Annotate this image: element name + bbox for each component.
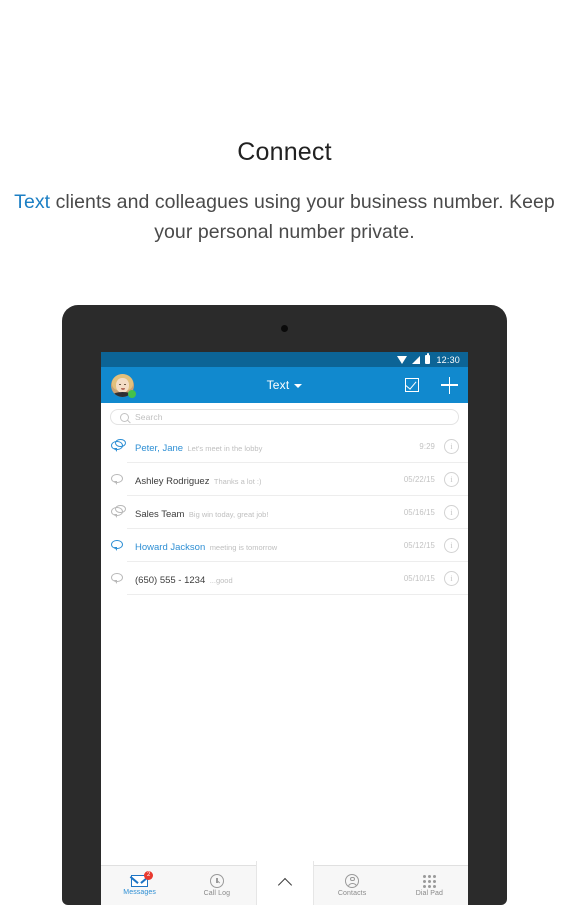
conversation-snippet: Thanks a lot :)	[213, 476, 262, 486]
search-bar-container: Search	[101, 403, 468, 430]
dialpad-grid-icon	[422, 874, 436, 888]
conversation-timestamp: 9:29	[419, 442, 435, 451]
conversation-text: Ashley Rodriguez Thanks a lot :)	[135, 471, 404, 489]
front-camera-icon	[281, 325, 288, 332]
person-icon	[345, 874, 360, 888]
info-icon-label: i	[450, 441, 453, 451]
conversation-name: Peter, Jane	[135, 442, 184, 454]
device-screen: 12:30 Text Search Peter, Jane Let's meet…	[101, 352, 468, 905]
conversation-name: Ashley Rodriguez	[135, 475, 210, 487]
search-input[interactable]: Search	[110, 409, 459, 425]
conversation-name: Sales Team	[135, 508, 185, 520]
conversation-info-button[interactable]: i	[444, 538, 459, 553]
chat-bubble-icon	[111, 538, 126, 553]
conversation-text: (650) 555 - 1234 ...good	[135, 570, 404, 588]
info-icon-label: i	[450, 474, 453, 484]
promo-subtitle: Text clients and colleagues using your b…	[0, 167, 569, 248]
chat-bubble-icon	[111, 472, 126, 487]
conversation-timestamp: 05/22/15	[403, 475, 435, 484]
conversation-snippet: meeting is tomorrow	[209, 542, 278, 552]
conversation-snippet: Big win today, great job!	[188, 509, 269, 519]
wifi-icon	[397, 355, 408, 364]
avatar-face	[116, 377, 129, 393]
page-title: Connect	[237, 138, 332, 166]
nav-label-call-log: Call Log	[203, 890, 231, 897]
nav-item-dial-pad[interactable]: Dial Pad	[391, 866, 468, 905]
info-icon-label: i	[450, 507, 453, 517]
chevron-down-icon[interactable]	[294, 384, 303, 388]
conversation-text: Sales Team Big win today, great job!	[135, 504, 404, 522]
conversation-info-button[interactable]: i	[444, 571, 459, 586]
tablet-device-frame: 12:30 Text Search Peter, Jane Let's meet…	[62, 305, 507, 905]
conversation-text: Peter, Jane Let's meet in the lobby	[135, 438, 419, 456]
avatar-mouth	[120, 388, 125, 390]
list-empty-area	[101, 595, 468, 895]
conversation-list: Peter, Jane Let's meet in the lobby 9:29…	[101, 430, 468, 895]
conversation-snippet: ...good	[209, 575, 233, 585]
chevron-up-icon	[277, 877, 292, 893]
search-placeholder: Search	[135, 412, 163, 422]
status-badge: 2	[144, 871, 154, 880]
nav-item-call-log[interactable]: Call Log	[178, 866, 255, 905]
conversation-name: (650) 555 - 1234	[135, 574, 206, 586]
table-row[interactable]: Peter, Jane Let's meet in the lobby 9:29…	[101, 430, 468, 463]
nav-item-contacts[interactable]: Contacts	[314, 866, 391, 905]
conversation-snippet: Let's meet in the lobby	[187, 443, 263, 453]
table-row[interactable]: (650) 555 - 1234 ...good 05/10/15 i	[101, 562, 468, 595]
envelope-icon: 2	[130, 871, 154, 887]
nav-item-messages[interactable]: 2 Messages	[101, 866, 178, 905]
search-icon	[120, 412, 129, 422]
conversation-timestamp: 05/12/15	[403, 541, 435, 550]
info-icon-label: i	[450, 540, 453, 550]
plus-icon-vertical	[448, 376, 451, 394]
nav-label-contacts: Contacts	[337, 890, 367, 897]
promo-header: Connect Text clients and colleagues usin…	[0, 0, 569, 247]
add-button[interactable]	[441, 376, 458, 394]
nav-label-messages: Messages	[123, 889, 156, 896]
mode-selector-label[interactable]: Text	[267, 378, 290, 392]
status-bar-clock: 12:30	[436, 354, 460, 365]
chat-bubbles-icon	[111, 439, 126, 454]
chat-bubble-icon	[111, 571, 126, 586]
conversation-info-button[interactable]: i	[444, 505, 459, 520]
conversation-timestamp: 05/16/15	[403, 508, 435, 517]
table-row[interactable]: Howard Jackson meeting is tomorrow 05/12…	[101, 529, 468, 562]
conversation-timestamp: 05/10/15	[403, 574, 435, 583]
status-bar-icons: 12:30	[397, 353, 460, 365]
table-row[interactable]: Ashley Rodriguez Thanks a lot :) 05/22/1…	[101, 463, 468, 496]
clock-icon	[209, 874, 224, 888]
conversation-text: Howard Jackson meeting is tomorrow	[135, 537, 404, 555]
bottom-navigation-bar: 2 Messages Call Log Contacts Dial Pad	[101, 861, 468, 905]
promo-subtitle-highlight: Text	[14, 190, 51, 213]
presence-status-dot	[128, 389, 136, 398]
table-row[interactable]: Sales Team Big win today, great job! 05/…	[101, 496, 468, 529]
app-bar: Text	[101, 367, 468, 403]
battery-icon	[425, 353, 431, 364]
conversation-name: Howard Jackson	[135, 541, 206, 553]
info-icon-label: i	[450, 573, 453, 583]
expand-panel-button[interactable]	[255, 861, 314, 905]
app-bar-actions	[404, 376, 458, 394]
signal-icon	[412, 355, 421, 364]
conversation-info-button[interactable]: i	[444, 472, 459, 487]
conversation-info-button[interactable]: i	[444, 439, 459, 454]
status-bar: 12:30	[101, 352, 468, 367]
promo-subtitle-rest: clients and colleagues using your busine…	[50, 190, 555, 243]
avatar[interactable]	[111, 373, 136, 398]
compose-message-button[interactable]	[404, 377, 421, 394]
chat-bubbles-icon	[111, 505, 126, 520]
nav-label-dial-pad: Dial Pad	[415, 889, 443, 897]
